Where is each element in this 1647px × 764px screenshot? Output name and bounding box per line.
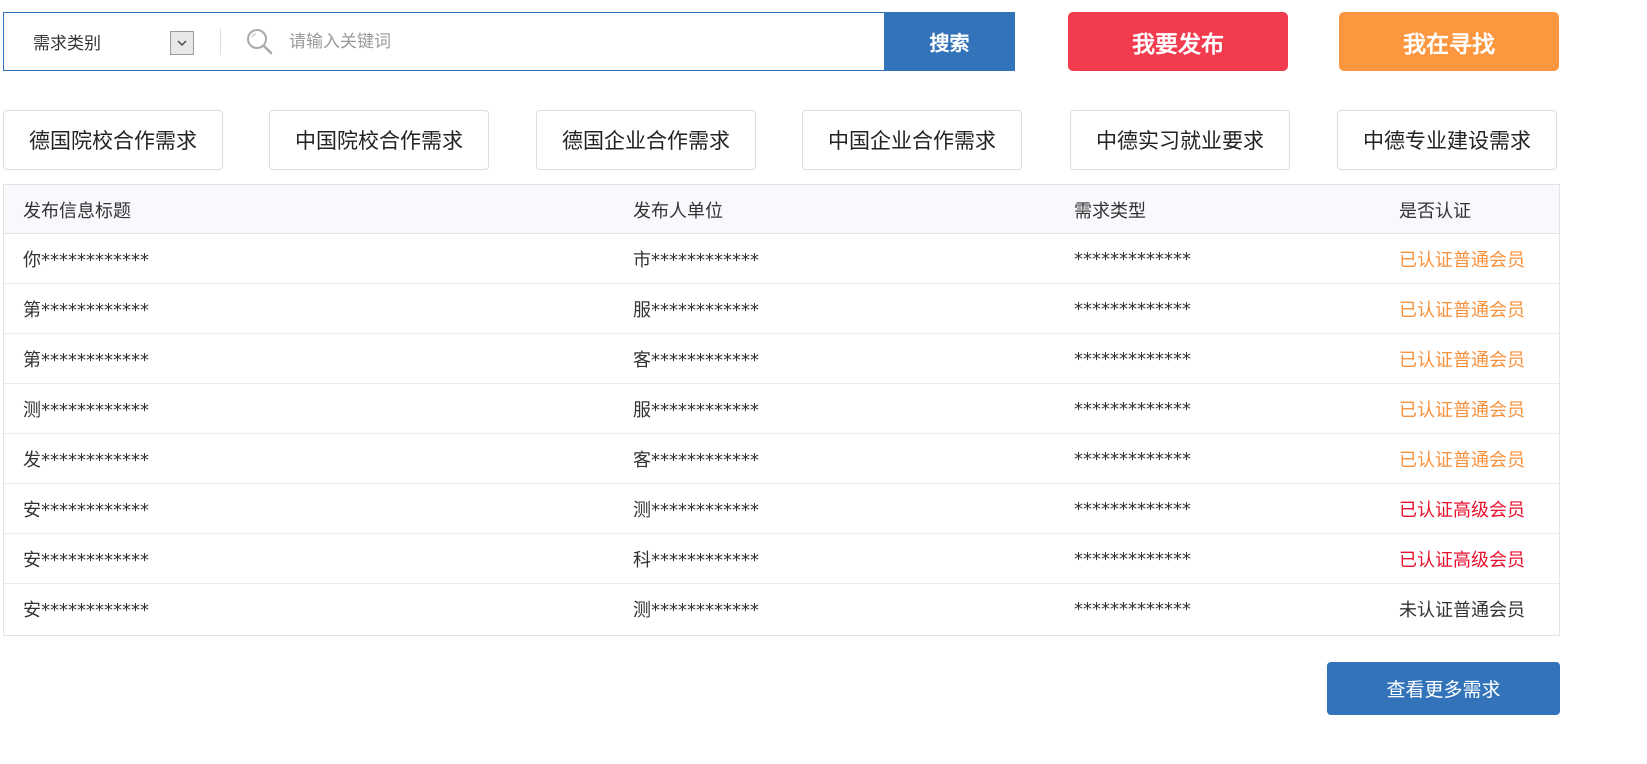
table-row[interactable]: 发************ 客************ ************…	[4, 434, 1559, 484]
cell-status: 已认证普通会员	[1399, 450, 1525, 471]
cell-title[interactable]: 你************	[23, 234, 149, 284]
cell-title[interactable]: 安************	[23, 534, 149, 584]
category-select-label: 需求类别	[33, 34, 101, 54]
cell-title[interactable]: 第************	[23, 284, 149, 334]
cell-title[interactable]: 第************	[23, 334, 149, 384]
cell-org: 服************	[633, 400, 759, 421]
seek-button[interactable]: 我在寻找	[1339, 12, 1559, 71]
cell-title[interactable]: 发************	[23, 434, 149, 484]
cell-status: 已认证普通会员	[1399, 250, 1525, 271]
header-org: 发布人单位	[633, 200, 723, 222]
category-tab-chinese-universities[interactable]: 中国院校合作需求	[269, 110, 489, 170]
header-verified: 是否认证	[1399, 200, 1471, 222]
table-row[interactable]: 你************ 市************ ************…	[4, 234, 1559, 284]
cell-title[interactable]: 安************	[23, 584, 149, 634]
table-row[interactable]: 安************ 测************ ************…	[4, 484, 1559, 534]
search-button[interactable]: 搜索	[884, 12, 1015, 71]
category-tab-chinese-enterprises[interactable]: 中国企业合作需求	[802, 110, 1022, 170]
publish-button[interactable]: 我要发布	[1068, 12, 1288, 71]
table-row[interactable]: 安************ 测************ ************…	[4, 584, 1559, 634]
cell-type: *************	[1074, 498, 1191, 520]
view-more-button[interactable]: 查看更多需求	[1327, 662, 1560, 715]
cell-status: 已认证普通会员	[1399, 350, 1525, 371]
table-row[interactable]: 安************ 科************ ************…	[4, 534, 1559, 584]
cell-status: 未认证普通会员	[1399, 600, 1525, 621]
cell-status: 已认证普通会员	[1399, 300, 1525, 321]
cell-type: *************	[1074, 248, 1191, 270]
table-row[interactable]: 测************ 服************ ************…	[4, 384, 1559, 434]
chevron-down-icon[interactable]	[170, 31, 194, 55]
cell-org: 测************	[633, 500, 759, 521]
cell-org: 客************	[633, 350, 759, 371]
cell-org: 测************	[633, 600, 759, 621]
header-title: 发布信息标题	[23, 200, 131, 222]
cell-org: 市************	[633, 250, 759, 271]
table-row[interactable]: 第************ 客************ ************…	[4, 334, 1559, 384]
table-header: 发布信息标题 发布人单位 需求类型 是否认证	[4, 185, 1559, 234]
search-bar: 需求类别 搜索	[3, 12, 1015, 71]
category-tab-internship-employment[interactable]: 中德实习就业要求	[1070, 110, 1290, 170]
search-divider	[220, 28, 221, 55]
category-tab-german-enterprises[interactable]: 德国企业合作需求	[536, 110, 756, 170]
cell-org: 科************	[633, 550, 759, 571]
demand-table: 发布信息标题 发布人单位 需求类型 是否认证 你************ 市**…	[3, 184, 1560, 636]
cell-type: *************	[1074, 298, 1191, 320]
category-tab-german-universities[interactable]: 德国院校合作需求	[3, 110, 223, 170]
cell-title[interactable]: 安************	[23, 484, 149, 534]
cell-type: *************	[1074, 448, 1191, 470]
cell-type: *************	[1074, 548, 1191, 570]
cell-status: 已认证高级会员	[1399, 550, 1525, 571]
cell-org: 客************	[633, 450, 759, 471]
cell-org: 服************	[633, 300, 759, 321]
cell-status: 已认证高级会员	[1399, 500, 1525, 521]
category-tab-major-construction[interactable]: 中德专业建设需求	[1337, 110, 1557, 170]
cell-title[interactable]: 测************	[23, 384, 149, 434]
header-type: 需求类型	[1074, 200, 1146, 222]
cell-status: 已认证普通会员	[1399, 400, 1525, 421]
search-icon	[245, 27, 275, 57]
cell-type: *************	[1074, 348, 1191, 370]
cell-type: *************	[1074, 598, 1191, 620]
category-select[interactable]: 需求类别	[4, 13, 200, 70]
search-input[interactable]	[275, 13, 884, 70]
table-row[interactable]: 第************ 服************ ************…	[4, 284, 1559, 334]
cell-type: *************	[1074, 398, 1191, 420]
